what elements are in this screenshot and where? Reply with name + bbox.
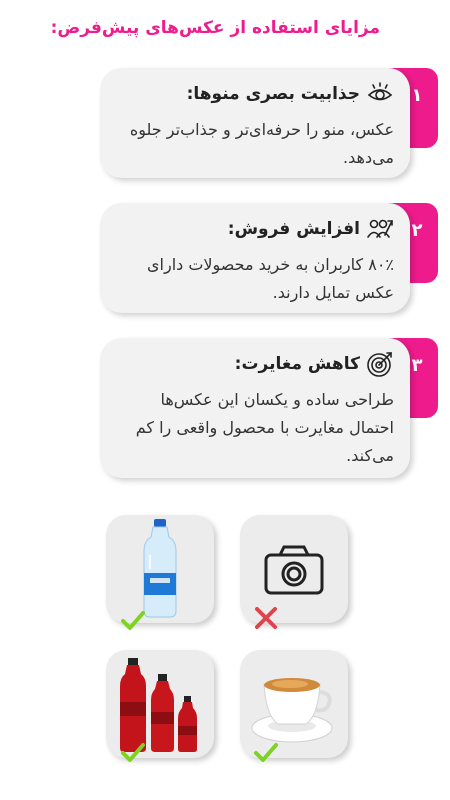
people-growth-icon (366, 215, 394, 243)
check-icon (121, 611, 145, 630)
feature-card-2: ۲ افزایش فروش: ۸۰٪ کاربران به خرید محصول… (100, 203, 438, 313)
water-bottle-image (143, 519, 177, 618)
example-tile-water-bottle (106, 515, 214, 623)
target-icon (366, 350, 394, 378)
feature-text: عکس، منو را حرفه‌ای‌تر و جذاب‌تر جلوه می… (129, 120, 394, 167)
feature-text: طراحی ساده و یکسان این عکس‌ها احتمال مغا… (135, 390, 394, 465)
eye-icon (366, 80, 394, 108)
check-icon (254, 743, 278, 762)
feature-card-1: ۱ جذابیت بصری منوها: عکس، منو را حرفه‌ای… (100, 68, 438, 178)
feature-title: کاهش مغایرت: (234, 354, 360, 374)
page-title: مزایای استفاده از عکس‌های پیش‌فرض: (50, 18, 380, 38)
feature-card-3: ۳ کاهش مغایرت: طراحی ساده و یکسان این عک… (100, 338, 438, 478)
feature-title: جذابیت بصری منوها: (186, 84, 360, 104)
feature-title: افزایش فروش: (227, 219, 360, 239)
feature-text: ۸۰٪ کاربران به خرید محصولات دارای عکس تم… (147, 255, 394, 302)
cross-icon (255, 607, 277, 629)
check-icon (121, 743, 145, 762)
